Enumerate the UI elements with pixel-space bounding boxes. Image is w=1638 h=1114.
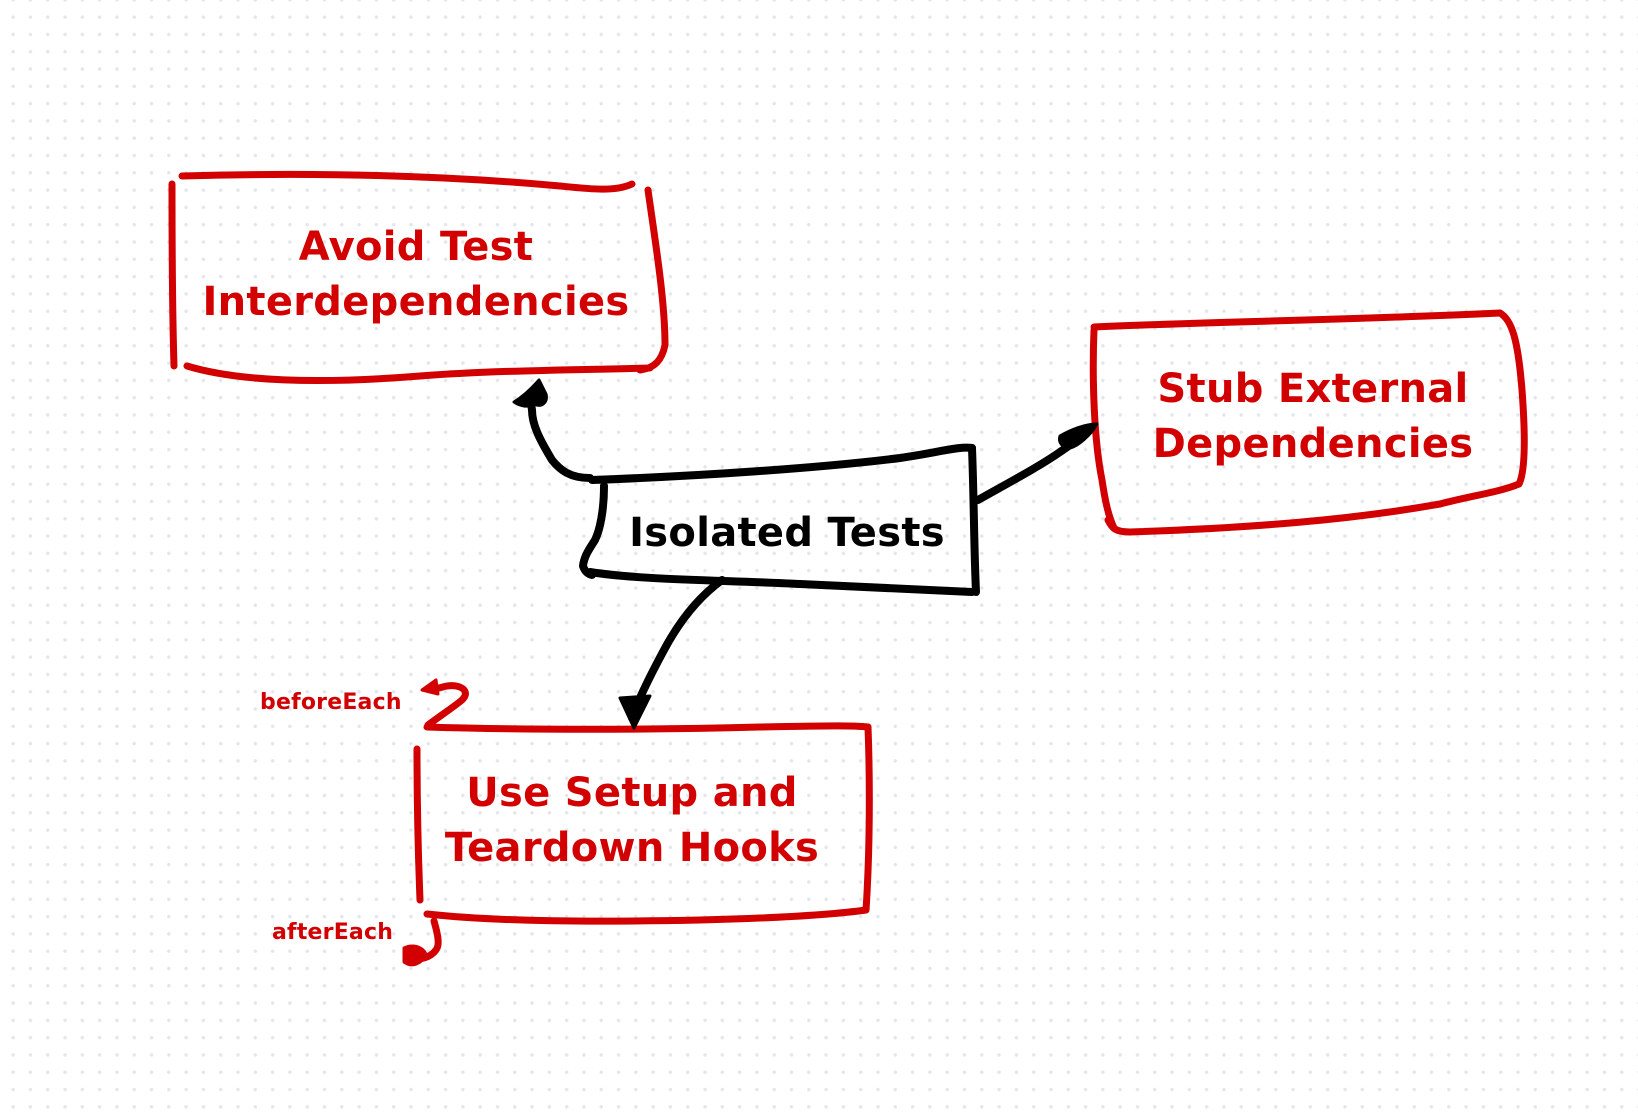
after-each-label: afterEach [272, 918, 393, 948]
stub-external-label: Stub External Dependencies [1128, 362, 1498, 472]
avoid-box-top-edge [178, 170, 636, 193]
avoid-box-right-edge [636, 186, 669, 374]
edge-to-avoid-interdependencies [512, 378, 594, 482]
isolated-tests-label: Isolated Tests [612, 506, 962, 561]
stub-label-line-2: Dependencies [1152, 421, 1474, 468]
edge-to-stub-external [974, 422, 1099, 504]
edge-avoid-arrowhead [512, 378, 548, 408]
edge-setup-arrowhead [618, 694, 652, 730]
avoid-interdependencies-label: Avoid Test Interdependencies [196, 220, 636, 330]
avoid-label-line-1: Avoid Test [298, 224, 534, 270]
stub-box-bottom-edge [1104, 500, 1444, 536]
stub-label-line-1: Stub External [1157, 366, 1469, 412]
center-box-top-edge [588, 443, 976, 484]
avoid-label-line-2: Interdependencies [202, 279, 630, 326]
before-each-text: beforeEach [260, 690, 402, 715]
setup-label-line-1: Use Setup and [466, 770, 798, 816]
stub-box-top-edge [1090, 309, 1504, 331]
center-box-right-edge [968, 444, 980, 596]
before-each-arrow [420, 678, 469, 729]
before-each-label: beforeEach [260, 688, 402, 718]
after-each-text: afterEach [272, 920, 394, 945]
setup-box-top-edge [423, 722, 872, 733]
setup-box-left-edge [413, 745, 424, 904]
avoid-box-left-edge [168, 180, 178, 370]
setup-box-bottom-edge [423, 906, 870, 925]
edge-to-setup-teardown [618, 576, 726, 730]
center-box-left-edge [579, 482, 608, 579]
after-each-arrow [402, 917, 442, 967]
setup-label-line-2: Teardown Hooks [444, 825, 820, 872]
center-box-bottom-edge [586, 568, 976, 596]
before-each-arrowhead [420, 678, 440, 696]
avoid-box-bottom-edge [183, 362, 654, 385]
edge-stub-arrowhead [1058, 422, 1099, 450]
setup-teardown-label: Use Setup and Teardown Hooks [432, 766, 832, 876]
stub-box-left-edge [1089, 326, 1118, 532]
center-label: Isolated Tests [629, 510, 945, 556]
setup-box-right-edge [862, 723, 873, 914]
after-each-arrowhead [402, 944, 428, 967]
